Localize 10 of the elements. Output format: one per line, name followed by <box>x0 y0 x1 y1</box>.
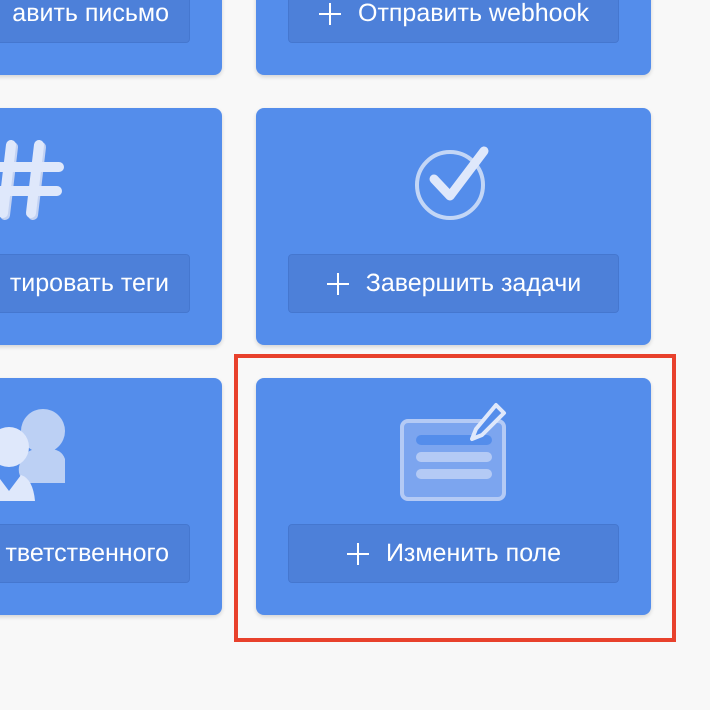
add-action-button[interactable]: тировать теги <box>0 254 190 313</box>
plus-icon <box>326 272 350 296</box>
add-action-button[interactable]: Отправить webhook <box>288 0 619 43</box>
plus-icon <box>318 2 342 26</box>
add-action-button[interactable]: авить письмо <box>0 0 190 43</box>
add-action-button[interactable]: Изменить поле <box>288 524 619 583</box>
add-action-button[interactable]: тветственного <box>0 524 190 583</box>
add-action-button[interactable]: Завершить задачи <box>288 254 619 313</box>
hashtag-icon <box>0 139 66 223</box>
plus-icon <box>346 542 370 566</box>
